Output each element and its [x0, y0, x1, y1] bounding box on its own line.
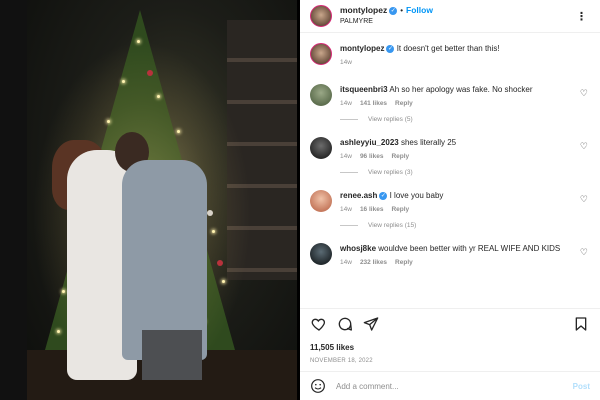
post-actions: 11,505 likes NOVEMBER 18, 2022	[300, 308, 600, 364]
caption: montylopez ✓ It doesn't get better than t…	[310, 43, 590, 66]
comment-text: shes literally 25	[400, 138, 457, 147]
comment-likes[interactable]: 96 likes	[360, 153, 384, 160]
comment-item: renee.ash ✓ I love you baby 14w 16 likes Re…	[310, 190, 590, 213]
caption-username[interactable]: montylopez	[340, 44, 384, 53]
view-replies-button[interactable]: View replies (5)	[340, 116, 590, 123]
post-side-panel: montylopez ✓ • Follow PALMYRE ⋮ montylopez ✓…	[300, 0, 600, 400]
comment-item: whosj8ke wouldve been better with yr REA…	[310, 243, 590, 266]
comment-item: itsqueenbri3 Ah so her apology was fake.…	[310, 84, 590, 107]
post-location[interactable]: PALMYRE	[340, 16, 433, 27]
like-count[interactable]: 11,505 likes	[310, 343, 590, 352]
comment-time[interactable]: 14w	[340, 153, 352, 160]
author-username[interactable]: montylopez	[340, 5, 387, 15]
caption-time[interactable]: 14w	[340, 59, 352, 66]
reply-button[interactable]: Reply	[395, 259, 413, 266]
comment-text: wouldve been better with yr REAL WIFE AN…	[378, 244, 561, 253]
follow-button[interactable]: Follow	[406, 5, 433, 15]
commenter-avatar[interactable]	[310, 243, 332, 265]
post-header: montylopez ✓ • Follow PALMYRE ⋮	[300, 0, 600, 33]
comment-time[interactable]: 14w	[340, 206, 352, 213]
commenter-avatar[interactable]	[310, 84, 332, 106]
more-options-icon[interactable]: ⋮	[576, 10, 588, 23]
post-photo[interactable]	[27, 0, 297, 400]
comments-list: montylopez ✓ It doesn't get better than t…	[300, 33, 600, 303]
comment-time[interactable]: 14w	[340, 100, 352, 107]
author-avatar[interactable]	[310, 5, 332, 27]
comment-username[interactable]: itsqueenbri3	[340, 85, 388, 94]
comment-username[interactable]: ashleyyiu_2023	[340, 138, 399, 147]
comment-username[interactable]: renee.ash	[340, 191, 377, 200]
reply-button[interactable]: Reply	[391, 206, 409, 213]
caption-avatar[interactable]	[310, 43, 332, 65]
photo-man-legs	[142, 330, 202, 380]
separator-dot: •	[400, 6, 404, 15]
verified-badge-icon: ✓	[386, 44, 395, 53]
comment-heart-icon[interactable]: ♡	[580, 194, 588, 205]
comment-item: ashleyyiu_2023 shes literally 25 14w 96 l…	[310, 137, 590, 160]
emoji-icon[interactable]	[310, 378, 326, 394]
comment-heart-icon[interactable]: ♡	[580, 141, 588, 152]
instagram-post-view: montylopez ✓ • Follow PALMYRE ⋮ montylopez ✓…	[0, 0, 600, 400]
comment-likes[interactable]: 232 likes	[360, 259, 387, 266]
view-replies-button[interactable]: View replies (3)	[340, 169, 590, 176]
share-icon[interactable]	[362, 315, 380, 333]
verified-badge-icon: ✓	[379, 191, 388, 200]
comment-icon[interactable]	[336, 315, 354, 333]
comment-heart-icon[interactable]: ♡	[580, 88, 588, 99]
comment-time[interactable]: 14w	[340, 259, 352, 266]
bookmark-icon[interactable]	[572, 315, 590, 333]
verified-badge-icon: ✓	[389, 6, 398, 15]
comment-likes[interactable]: 141 likes	[360, 100, 387, 107]
comment-composer: Post	[300, 371, 600, 400]
heart-icon[interactable]	[310, 315, 328, 333]
left-backdrop	[0, 0, 27, 400]
commenter-avatar[interactable]	[310, 137, 332, 159]
view-replies-button[interactable]: View replies (15)	[340, 222, 590, 229]
post-comment-button[interactable]: Post	[573, 382, 590, 391]
comment-username[interactable]: whosj8ke	[340, 244, 376, 253]
commenter-avatar[interactable]	[310, 190, 332, 212]
reply-button[interactable]: Reply	[395, 100, 413, 107]
comment-heart-icon[interactable]: ♡	[580, 247, 588, 258]
comment-input[interactable]	[336, 381, 573, 391]
comment-text: Ah so her apology was fake. No shocker	[389, 85, 533, 94]
reply-button[interactable]: Reply	[391, 153, 409, 160]
caption-text: It doesn't get better than this!	[396, 44, 500, 53]
comment-likes[interactable]: 16 likes	[360, 206, 384, 213]
comment-text: I love you baby	[389, 191, 444, 200]
post-date: NOVEMBER 18, 2022	[310, 358, 373, 364]
